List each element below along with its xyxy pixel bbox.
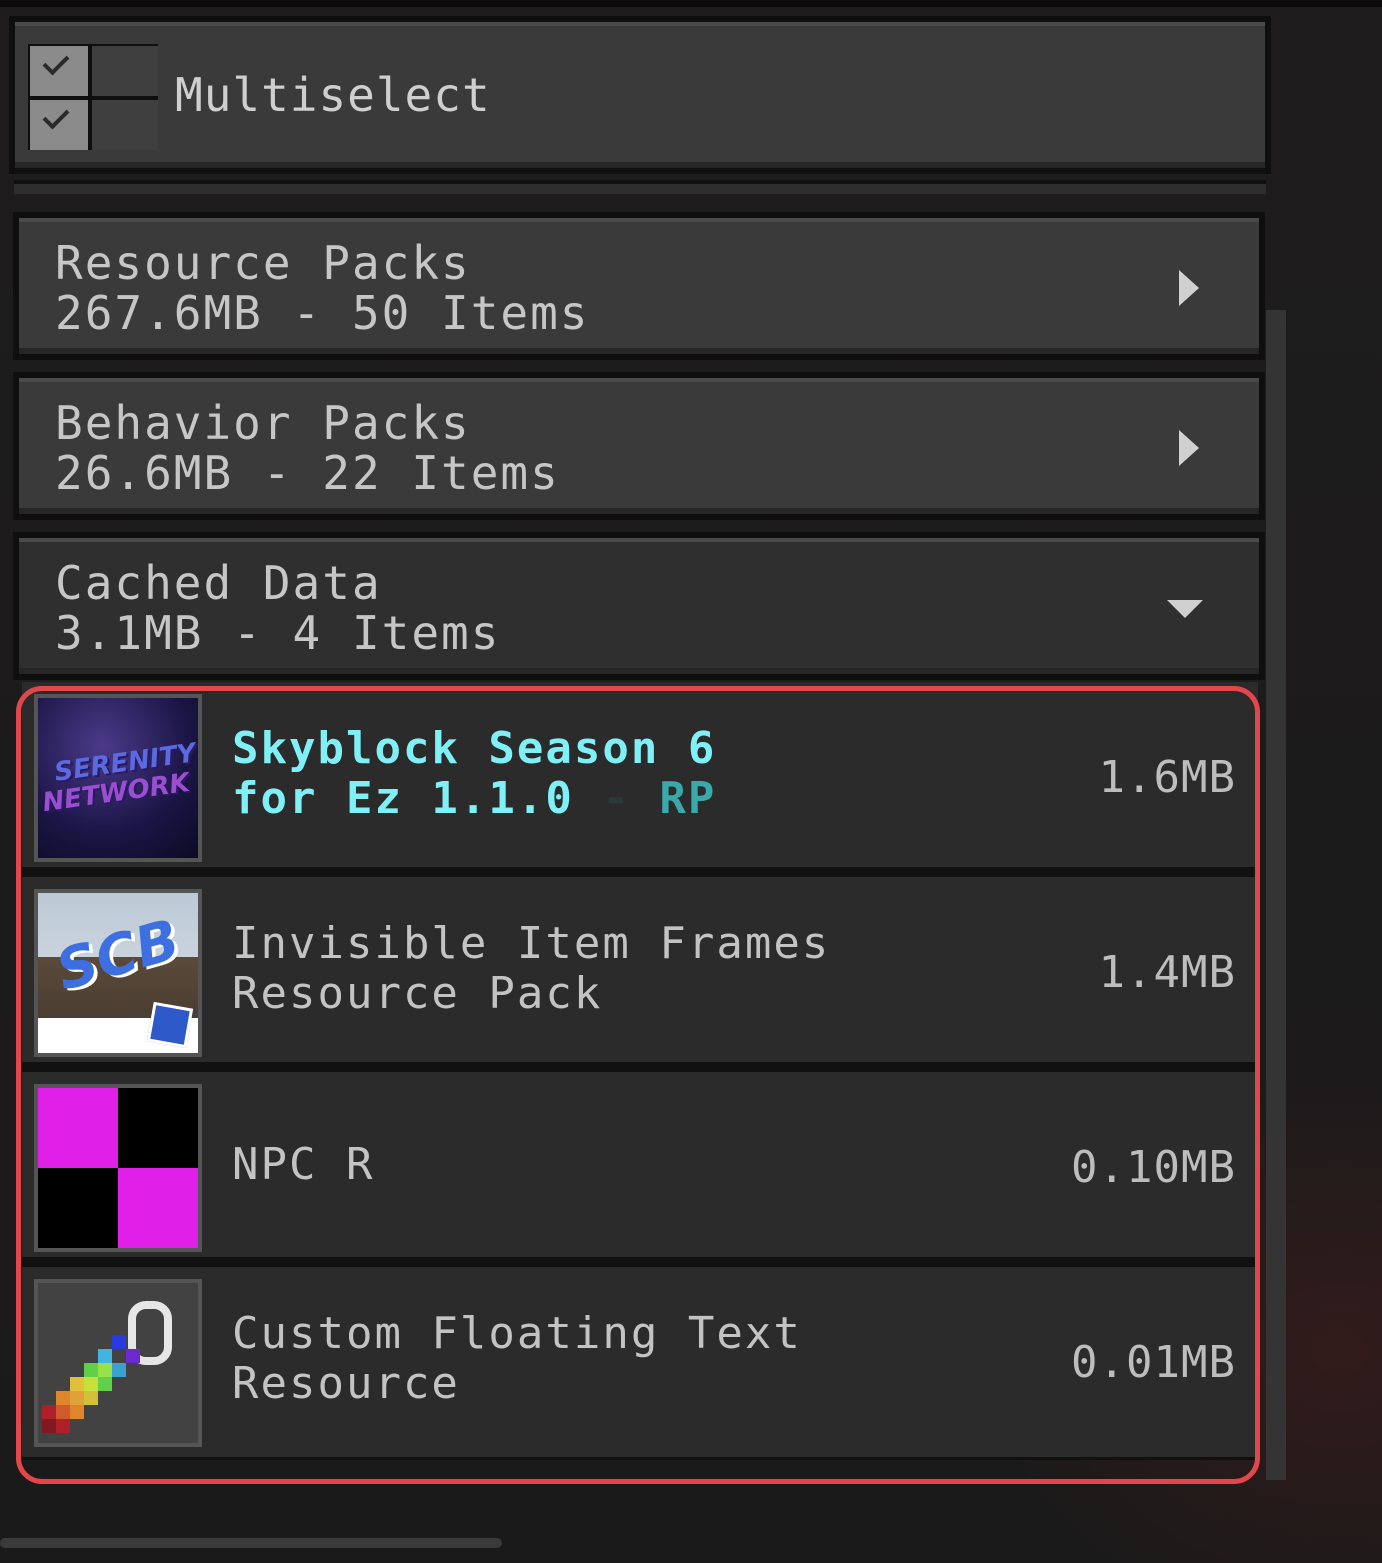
pixel (70, 1405, 84, 1419)
texture-tile (118, 1088, 198, 1168)
category-title: Cached Data (55, 556, 382, 610)
texture-tile (38, 1168, 118, 1248)
pack-title-line: Skyblock Season 6 (232, 723, 717, 774)
category-title: Resource Packs (55, 236, 471, 290)
pixel (112, 1335, 126, 1349)
pack-title-line: Custom Floating Text (232, 1308, 802, 1359)
pixel (42, 1419, 56, 1433)
missing-texture-thumbnail (34, 1084, 202, 1252)
pixel (98, 1349, 112, 1363)
pixel (84, 1391, 98, 1405)
pack-title: Custom Floating Text Resource (232, 1309, 1052, 1409)
pixel (56, 1405, 70, 1419)
title-separator: - (602, 773, 631, 824)
texture-tile (38, 1088, 118, 1168)
pack-size: 1.6MB (1098, 752, 1236, 803)
pixel (112, 1363, 126, 1377)
category-behavior-packs[interactable]: Behavior Packs 26.6MB - 22 Items (13, 372, 1265, 520)
list-item[interactable]: SERENITY NETWORK Skyblock Season 6 for E… (22, 682, 1258, 872)
checkbox-empty-icon (92, 46, 158, 96)
pixel (98, 1363, 112, 1377)
pixel (42, 1405, 56, 1419)
list-item[interactable]: SCB Invisible Item Frames Resource Pack … (22, 877, 1258, 1067)
pack-title-line: Invisible Item Frames (232, 918, 831, 969)
pixel (98, 1377, 112, 1391)
pack-type-tag: RP (659, 773, 717, 824)
pack-title-line: NPC R (232, 1139, 375, 1190)
list-item[interactable]: NPC R 0.10MB (22, 1072, 1258, 1262)
pack-title-line: for Ez 1.1.0 (232, 773, 574, 824)
pack-title: Invisible Item Frames Resource Pack (232, 919, 1052, 1019)
chevron-right-icon (1179, 430, 1199, 466)
pack-title-line: Resource (232, 1358, 460, 1409)
pixel (56, 1391, 70, 1405)
cube-logo-icon (146, 1001, 194, 1049)
list-item[interactable]: Custom Floating Text Resource 0.01MB (22, 1267, 1258, 1457)
pixel (126, 1349, 140, 1363)
multiselect-label: Multiselect (175, 68, 491, 122)
category-summary: 26.6MB - 22 Items (55, 446, 560, 500)
category-cached-data[interactable]: Cached Data 3.1MB - 4 Items (13, 532, 1265, 680)
pixel (70, 1377, 84, 1391)
thumbnail-text: SCB (49, 907, 187, 1004)
pixel (84, 1377, 98, 1391)
check-icon (30, 46, 88, 96)
check-icon (30, 100, 88, 150)
chevron-right-icon (1179, 270, 1199, 306)
category-summary: 267.6MB - 50 Items (55, 286, 590, 340)
divider (14, 180, 1266, 194)
category-resource-packs[interactable]: Resource Packs 267.6MB - 50 Items (13, 212, 1265, 360)
category-title: Behavior Packs (55, 396, 471, 450)
checkbox-empty-icon (92, 100, 158, 150)
pack-size: 1.4MB (1098, 947, 1236, 998)
pack-title: NPC R (232, 1140, 1052, 1190)
pack-title-line: Resource Pack (232, 968, 603, 1019)
scrollbar[interactable] (1266, 310, 1286, 1480)
chevron-down-icon (1167, 600, 1203, 618)
pixel (56, 1419, 70, 1433)
pack-size: 0.01MB (1071, 1337, 1236, 1388)
pack-title: Skyblock Season 6 for Ez 1.1.0 - RP (232, 724, 1052, 824)
cached-items-list: SERENITY NETWORK Skyblock Season 6 for E… (22, 682, 1258, 1460)
pack-thumbnail (34, 1279, 202, 1447)
category-summary: 3.1MB - 4 Items (55, 606, 501, 660)
horizontal-scrollbar[interactable] (0, 1538, 502, 1548)
multiselect-toggle[interactable]: Multiselect (9, 16, 1271, 174)
pack-thumbnail: SCB (34, 889, 202, 1057)
pixel (84, 1363, 98, 1377)
pack-thumbnail: SERENITY NETWORK (34, 694, 202, 862)
top-border (0, 0, 1382, 7)
pack-size: 0.10MB (1071, 1142, 1236, 1193)
pixel (70, 1391, 84, 1405)
texture-tile (118, 1168, 198, 1248)
multiselect-checkbox-icon (28, 44, 158, 150)
